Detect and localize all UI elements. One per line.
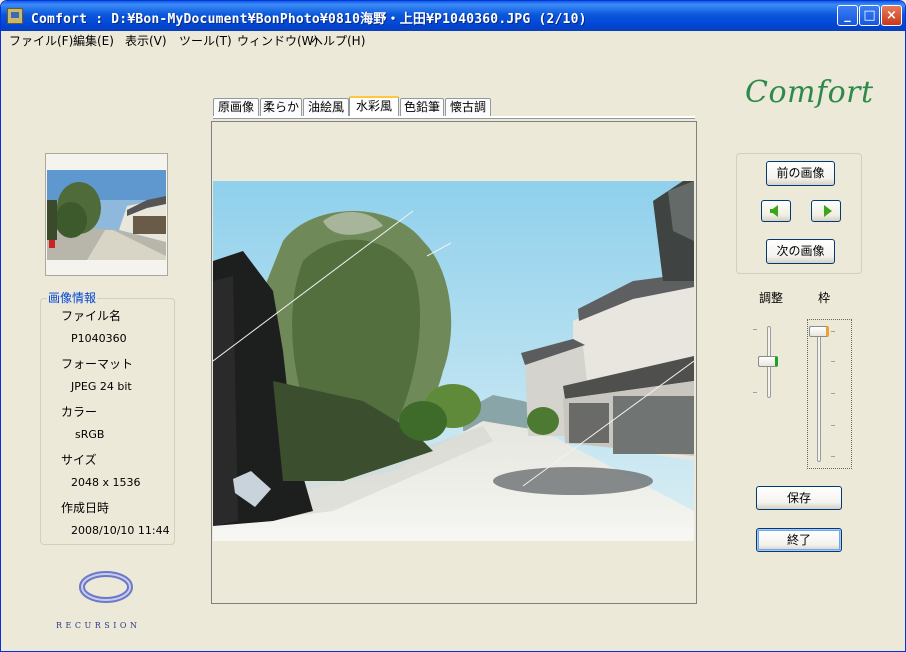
tab-soft[interactable]: 柔らか bbox=[260, 98, 302, 116]
date-label: 作成日時 bbox=[61, 501, 110, 515]
minimize-icon: _ bbox=[844, 8, 851, 23]
menu-tools[interactable]: ツール(T) bbox=[179, 32, 232, 49]
frame-tick bbox=[831, 393, 835, 394]
tab-retro[interactable]: 懐古調 bbox=[445, 98, 491, 116]
prev-arrow-button[interactable] bbox=[761, 200, 791, 222]
frame-slider-track[interactable] bbox=[817, 326, 821, 462]
exit-button[interactable]: 終了 bbox=[756, 528, 842, 552]
menu-file[interactable]: ファイル(F) bbox=[9, 32, 73, 49]
format-label: フォーマット bbox=[61, 357, 134, 371]
next-image-button[interactable]: 次の画像 bbox=[766, 239, 835, 264]
frame-slider-focus bbox=[807, 319, 852, 469]
format-value: JPEG 24 bit bbox=[71, 380, 132, 393]
menu-help[interactable]: ヘルプ(H) bbox=[311, 32, 365, 49]
color-label: カラー bbox=[61, 405, 98, 419]
maximize-icon: □ bbox=[863, 8, 876, 23]
company-name: RECURSION bbox=[56, 621, 141, 630]
arrow-left-icon bbox=[770, 205, 778, 217]
thumbnail-image[interactable] bbox=[47, 170, 166, 260]
frame-tick bbox=[831, 456, 835, 457]
maximize-button[interactable]: □ bbox=[859, 5, 880, 26]
preview-image[interactable] bbox=[213, 181, 694, 541]
thumbnail-frame[interactable] bbox=[45, 153, 168, 276]
title-bar[interactable]: Comfort : D:¥Bon-MyDocument¥BonPhoto¥081… bbox=[1, 1, 905, 31]
adjust-label: 調整 bbox=[759, 291, 784, 305]
menu-bar: ファイル(F) 編集(E) 表示(V) ツール(T) ウィンドウ(W) ヘルプ(… bbox=[1, 31, 905, 49]
recursion-logo bbox=[79, 569, 133, 605]
frame-tick bbox=[831, 331, 835, 332]
image-info-title: 画像情報 bbox=[47, 289, 98, 306]
close-button[interactable]: × bbox=[881, 5, 902, 26]
size-value: 2048 x 1536 bbox=[71, 476, 141, 489]
app-window: Comfort : D:¥Bon-MyDocument¥BonPhoto¥081… bbox=[0, 0, 906, 652]
adjust-slider-thumb[interactable] bbox=[758, 356, 778, 367]
window-title: Comfort : D:¥Bon-MyDocument¥BonPhoto¥081… bbox=[31, 12, 587, 27]
tab-original[interactable]: 原画像 bbox=[213, 98, 259, 116]
date-value: 2008/10/10 11:44 bbox=[71, 524, 170, 537]
menu-view[interactable]: 表示(V) bbox=[125, 32, 167, 49]
menu-window[interactable]: ウィンドウ(W) bbox=[237, 32, 318, 49]
frame-tick bbox=[831, 361, 835, 362]
comfort-logo: Comfort bbox=[745, 75, 874, 110]
close-icon: × bbox=[886, 8, 897, 23]
adjust-tick bbox=[753, 392, 757, 393]
file-name-value: P1040360 bbox=[71, 332, 127, 345]
tab-watercolor[interactable]: 水彩風 bbox=[349, 96, 399, 117]
file-name-label: ファイル名 bbox=[61, 309, 122, 323]
tab-oil-painting[interactable]: 油絵風 bbox=[303, 98, 349, 116]
frame-tick bbox=[831, 425, 835, 426]
menu-edit[interactable]: 編集(E) bbox=[73, 32, 114, 49]
save-button[interactable]: 保存 bbox=[756, 486, 842, 510]
tab-colored-pencil[interactable]: 色鉛筆 bbox=[400, 98, 444, 116]
prev-image-button[interactable]: 前の画像 bbox=[766, 161, 835, 186]
minimize-button[interactable]: _ bbox=[837, 5, 858, 26]
color-value: sRGB bbox=[75, 428, 105, 441]
frame-slider-thumb[interactable] bbox=[809, 326, 829, 337]
adjust-tick bbox=[753, 329, 757, 330]
app-icon[interactable] bbox=[7, 8, 23, 24]
arrow-right-icon bbox=[824, 205, 832, 217]
tab-panel-top bbox=[213, 116, 695, 119]
size-label: サイズ bbox=[61, 453, 97, 467]
frame-label: 枠 bbox=[818, 291, 831, 305]
next-arrow-button[interactable] bbox=[811, 200, 841, 222]
